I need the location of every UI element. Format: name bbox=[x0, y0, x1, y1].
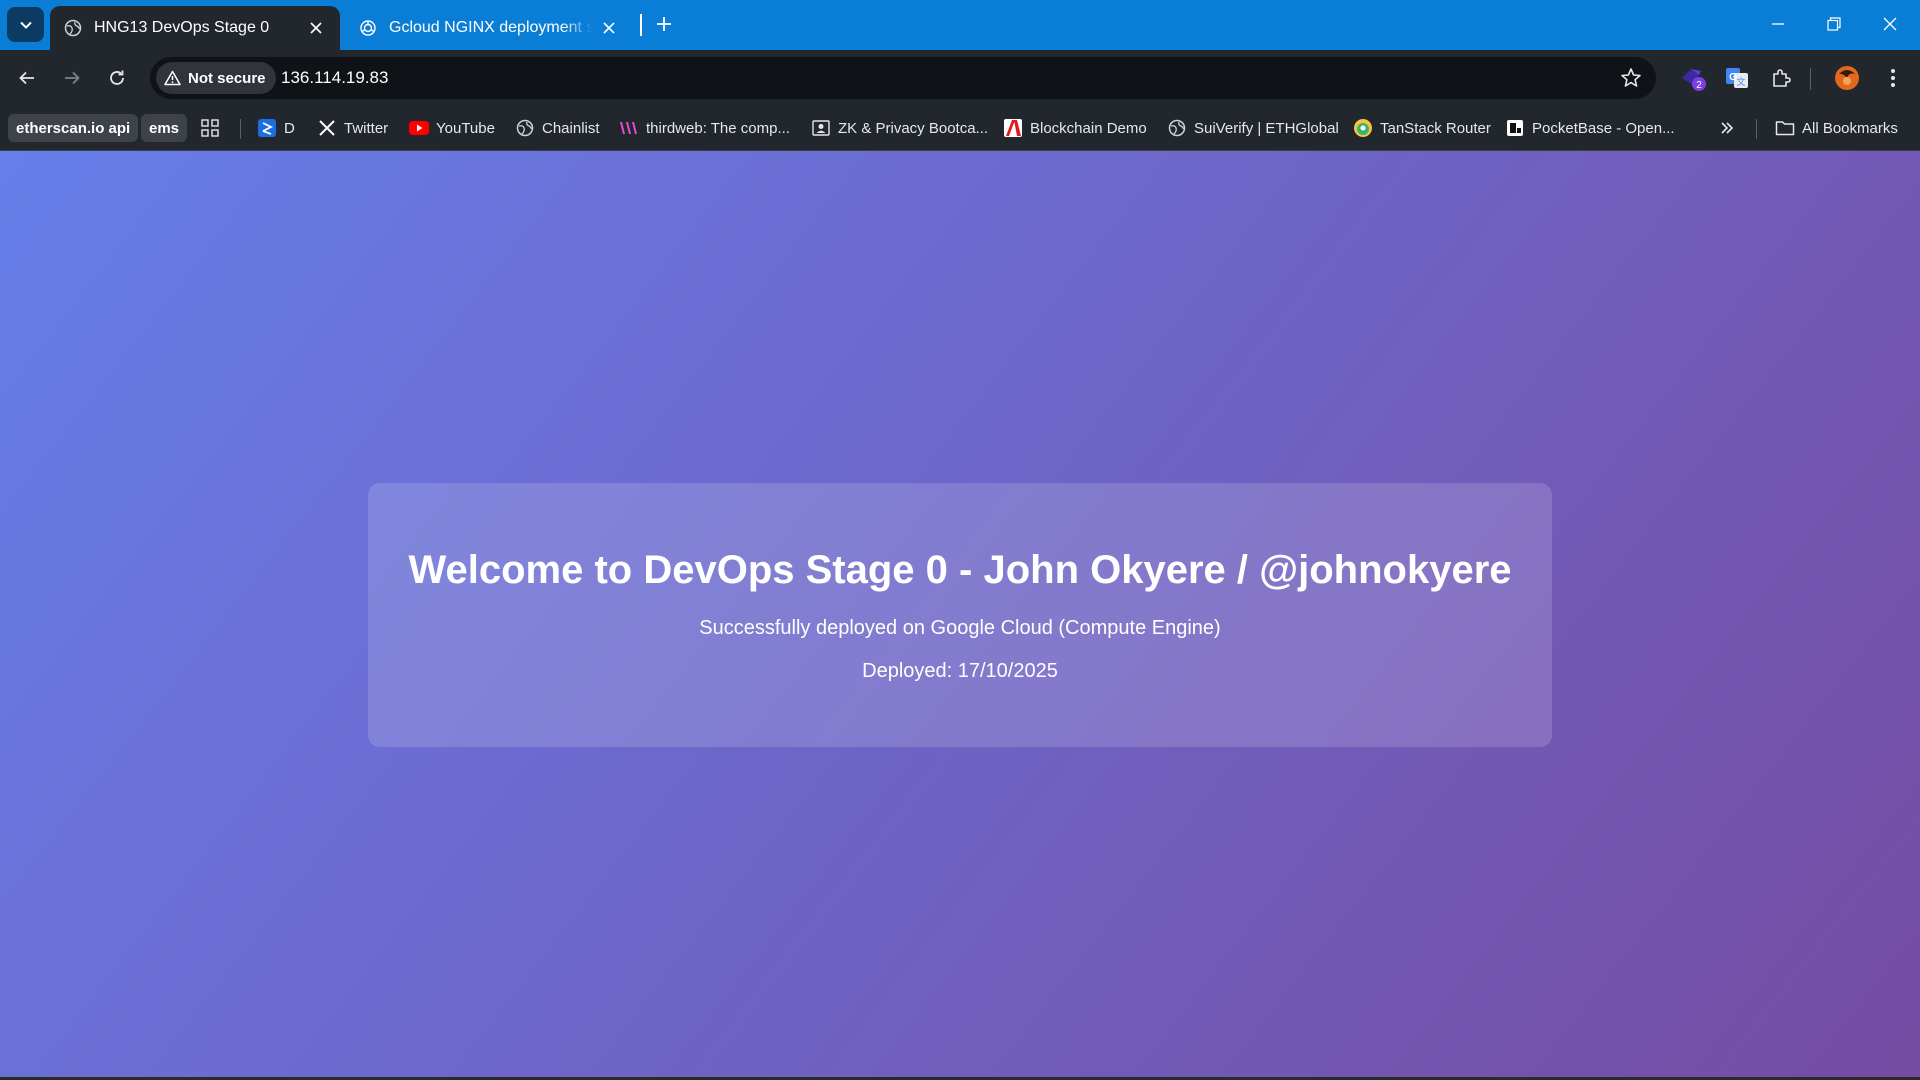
bookmark-zk-privacy[interactable]: ZK & Privacy Bootca... bbox=[811, 114, 988, 142]
bookmark-label: ems bbox=[149, 119, 180, 137]
bookmark-label: D bbox=[284, 119, 295, 137]
tab-divider bbox=[640, 14, 642, 36]
close-window-button[interactable] bbox=[1862, 0, 1918, 48]
bookmarks-bar: etherscan.io api ems D Twitter YouTube C… bbox=[0, 106, 1920, 151]
extension-badge-count: 2 bbox=[1696, 80, 1702, 91]
more-vertical-icon bbox=[1891, 69, 1895, 87]
adobe-icon bbox=[1003, 118, 1023, 138]
bookmark-star-icon[interactable] bbox=[1620, 67, 1642, 89]
bookmarks-separator bbox=[1756, 119, 1757, 139]
close-tab-icon[interactable] bbox=[599, 18, 619, 38]
bookmark-tanstack-router[interactable]: TanStack Router bbox=[1353, 114, 1491, 142]
forward-button[interactable] bbox=[55, 61, 89, 95]
tab-search-button[interactable] bbox=[7, 7, 44, 42]
address-bar[interactable]: Not secure 136.114.19.83 bbox=[150, 57, 1656, 99]
browser-toolbar: Not secure 136.114.19.83 2 G文 bbox=[0, 50, 1920, 106]
close-icon bbox=[1883, 17, 1897, 31]
globe-icon bbox=[1167, 118, 1187, 138]
tab-gcloud-nginx[interactable]: Gcloud NGINX deployment steps bbox=[345, 6, 633, 50]
thirdweb-icon bbox=[619, 118, 639, 138]
minimize-icon bbox=[1772, 23, 1784, 25]
google-translate-button[interactable]: G文 bbox=[1722, 63, 1752, 93]
folder-icon bbox=[1775, 118, 1795, 138]
page-body: Welcome to DevOps Stage 0 - John Okyere … bbox=[0, 151, 1920, 1080]
minimize-button[interactable] bbox=[1750, 0, 1806, 48]
contact-icon bbox=[811, 118, 831, 138]
bookmark-label: Twitter bbox=[344, 119, 389, 137]
chatgpt-icon bbox=[359, 19, 377, 37]
puzzle-icon bbox=[1773, 69, 1791, 87]
new-tab-button[interactable] bbox=[650, 10, 678, 38]
security-chip[interactable]: Not secure bbox=[156, 62, 276, 94]
profile-avatar-button[interactable] bbox=[1832, 63, 1862, 93]
extensions-button[interactable] bbox=[1767, 63, 1797, 93]
bookmark-label: PocketBase - Open... bbox=[1532, 119, 1675, 137]
bookmark-label: etherscan.io api bbox=[16, 119, 131, 137]
bookmark-label: YouTube bbox=[436, 119, 495, 137]
apps-grid-icon bbox=[200, 118, 220, 138]
avatar-icon bbox=[1835, 66, 1859, 90]
bookmark-twitter[interactable]: Twitter bbox=[317, 114, 388, 142]
apps-shortcut[interactable] bbox=[200, 114, 227, 142]
url-text[interactable]: 136.114.19.83 bbox=[281, 57, 388, 99]
plus-icon bbox=[657, 17, 671, 31]
globe-icon bbox=[64, 19, 82, 37]
tab-title: Gcloud NGINX deployment steps bbox=[389, 19, 593, 36]
bookmark-etherscan-api[interactable]: etherscan.io api bbox=[8, 114, 139, 142]
bookmark-d[interactable]: D bbox=[257, 114, 295, 142]
security-label: Not secure bbox=[188, 69, 266, 87]
reload-button[interactable] bbox=[100, 61, 134, 95]
page-heading: Welcome to DevOps Stage 0 - John Okyere … bbox=[408, 548, 1512, 592]
chevron-down-icon bbox=[19, 21, 32, 29]
extension-badge-button[interactable]: 2 bbox=[1679, 63, 1709, 93]
back-button[interactable] bbox=[10, 61, 44, 95]
x-logo-icon bbox=[317, 118, 337, 138]
bookmark-youtube[interactable]: YouTube bbox=[409, 114, 495, 142]
bookmark-label: TanStack Router bbox=[1380, 119, 1491, 137]
youtube-icon bbox=[409, 118, 429, 138]
globe-icon bbox=[515, 118, 535, 138]
bookmarks-separator bbox=[240, 119, 241, 139]
bookmark-label: ZK & Privacy Bootca... bbox=[838, 119, 989, 137]
arrow-left-icon bbox=[19, 71, 34, 85]
bookmark-blockchain-demo[interactable]: Blockchain Demo bbox=[1003, 114, 1147, 142]
deployment-status-text: Successfully deployed on Google Cloud (C… bbox=[699, 617, 1221, 639]
warning-icon bbox=[164, 70, 181, 86]
deployed-date-text: Deployed: 17/10/2025 bbox=[862, 660, 1058, 682]
more-bookmarks-button[interactable] bbox=[1717, 114, 1744, 142]
restore-button[interactable] bbox=[1806, 0, 1862, 48]
pocketbase-icon bbox=[1505, 118, 1525, 138]
welcome-card: Welcome to DevOps Stage 0 - John Okyere … bbox=[368, 483, 1552, 747]
bookmark-label: thirdweb: The comp... bbox=[646, 119, 790, 137]
bookmark-label: Chainlist bbox=[542, 119, 600, 137]
svg-text:文: 文 bbox=[1736, 76, 1745, 87]
all-bookmarks-button[interactable]: All Bookmarks bbox=[1775, 114, 1898, 142]
chevron-double-right-icon bbox=[1717, 118, 1737, 138]
bookmark-label: SuiVerify | ETHGlobal bbox=[1194, 119, 1339, 137]
bookmark-thirdweb[interactable]: thirdweb: The comp... bbox=[619, 114, 790, 142]
bookmark-ems[interactable]: ems bbox=[141, 114, 188, 142]
bookmark-pocketbase[interactable]: PocketBase - Open... bbox=[1505, 114, 1675, 142]
d-icon bbox=[257, 118, 277, 138]
tanstack-icon bbox=[1353, 118, 1373, 138]
bookmark-label: Blockchain Demo bbox=[1030, 119, 1147, 137]
arrow-right-icon bbox=[65, 71, 80, 85]
tab-strip: HNG13 DevOps Stage 0 Gcloud NGINX deploy… bbox=[0, 0, 1920, 50]
tab-hng13-devops[interactable]: HNG13 DevOps Stage 0 bbox=[50, 6, 340, 50]
all-bookmarks-label: All Bookmarks bbox=[1802, 119, 1898, 137]
translate-icon: G文 bbox=[1726, 68, 1748, 88]
close-tab-icon[interactable] bbox=[306, 18, 326, 38]
tab-title: HNG13 DevOps Stage 0 bbox=[94, 19, 270, 36]
bookmark-suiverify[interactable]: SuiVerify | ETHGlobal bbox=[1167, 114, 1339, 142]
browser-menu-button[interactable] bbox=[1878, 63, 1908, 93]
toolbar-separator bbox=[1810, 68, 1811, 90]
restore-icon bbox=[1827, 17, 1841, 31]
extension-logo-icon: 2 bbox=[1682, 69, 1706, 91]
reload-icon bbox=[110, 70, 124, 85]
bookmark-chainlist[interactable]: Chainlist bbox=[515, 114, 600, 142]
